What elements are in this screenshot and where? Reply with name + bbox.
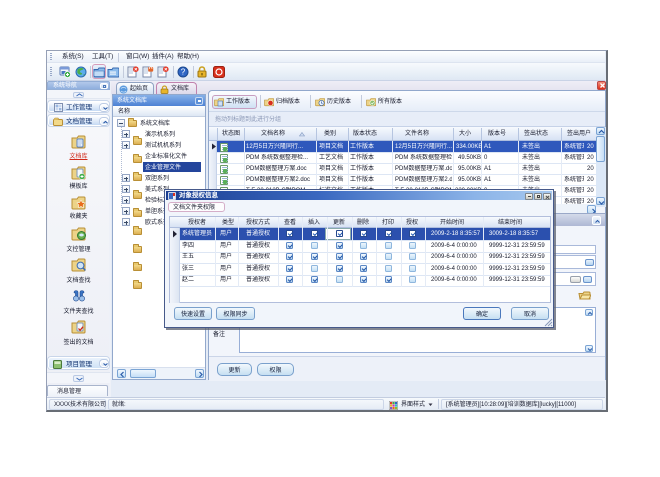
svg-text:?: ? <box>181 68 186 77</box>
